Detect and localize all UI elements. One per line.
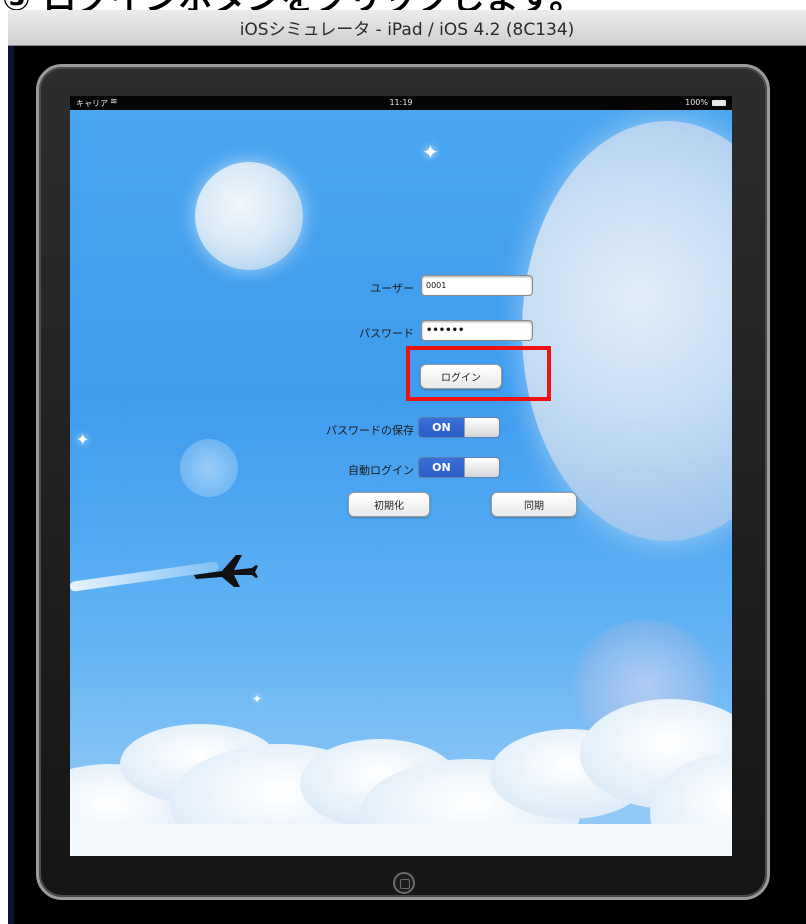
sync-button[interactable]: 同期 (491, 492, 577, 517)
home-button[interactable] (393, 872, 415, 894)
airplane-icon (194, 555, 258, 587)
sparkle-icon: ✦ (252, 692, 263, 706)
user-label: ユーザー (370, 282, 414, 295)
auto-login-label: 自動ログイン (348, 464, 414, 477)
contrail-decoration (70, 561, 220, 592)
bubble-decoration (570, 620, 720, 750)
bubble-decoration (180, 439, 238, 497)
password-field[interactable]: •••••• (421, 320, 533, 341)
user-field[interactable]: 0001 (421, 275, 533, 296)
large-moon-decoration (522, 121, 732, 541)
clouds-decoration (70, 699, 732, 856)
login-highlight-box (406, 346, 551, 401)
switch-on-label: ON (419, 418, 464, 437)
small-moon-decoration (195, 162, 303, 270)
save-password-switch[interactable]: ON (418, 417, 500, 438)
save-password-label: パスワードの保存 (326, 424, 414, 437)
sparkle-icon: ✦ (422, 140, 439, 164)
switch-on-label: ON (419, 458, 464, 477)
desktop-edge (8, 46, 14, 924)
simulator-titlebar: iOSシミュレータ - iPad / iOS 4.2 (8C134) (8, 10, 806, 46)
password-label: パスワード (359, 327, 414, 340)
sparkle-icon: ✦ (76, 430, 90, 449)
status-bar: キャリア ≋ 11:19 100% (70, 96, 732, 110)
reset-button[interactable]: 初期化 (348, 492, 430, 517)
battery-percent: 100% (685, 98, 708, 107)
switch-knob (463, 458, 499, 477)
simulator-title: iOSシミュレータ - iPad / iOS 4.2 (8C134) (239, 20, 575, 40)
battery-icon (712, 100, 726, 106)
instruction-heading: ③ ログインボタンをクリックします。 (0, 0, 806, 10)
auto-login-switch[interactable]: ON (418, 457, 500, 478)
ipad-screen: ✦ ✦ ✦ キャリア ≋ 11:19 100% ユーザー 0001 パスワード … (70, 96, 732, 856)
status-time: 11:19 (389, 98, 413, 107)
switch-knob (463, 418, 499, 437)
